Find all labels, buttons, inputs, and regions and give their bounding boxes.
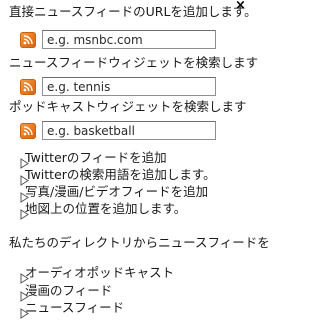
rss-icon — [20, 122, 36, 139]
link-label: 写真/漫画/ビデオフィードを追加 — [25, 184, 209, 199]
news-widget-prompt: ニュースフィードウィジェットを検索します — [9, 55, 259, 70]
link-label: 地図上の位置を追加します。 — [25, 201, 187, 216]
podcast-widget-prompt: ポッドキャストウィジェットを検索します — [9, 99, 247, 114]
rss-icon — [20, 31, 36, 48]
link-label: 漫画のフィード — [25, 283, 113, 298]
add-map-location-link[interactable]: 地図上の位置を追加します。 — [20, 201, 187, 220]
rss-url-input[interactable] — [42, 30, 216, 49]
link-label: Twitterのフィードを追加 — [25, 150, 167, 165]
directory-link-audio-podcasts[interactable]: オーディオポッドキャスト — [20, 265, 175, 284]
directory-link-comic-feeds[interactable]: 漫画のフィード — [20, 283, 113, 302]
directory-link-news-feeds[interactable]: ニュースフィード — [20, 300, 125, 319]
podcast-widget-search-input[interactable] — [42, 121, 216, 140]
rss-icon — [20, 78, 36, 95]
directory-heading: 私たちのディレクトリからニュースフィードを — [9, 235, 270, 250]
link-label: ニュースフィード — [25, 300, 125, 315]
link-label: Twitterの検索用語を追加します。 — [25, 167, 216, 182]
news-widget-row — [20, 77, 216, 96]
add-media-feed-link[interactable]: 写真/漫画/ビデオフィードを追加 — [20, 184, 209, 203]
news-widget-search-input[interactable] — [42, 77, 216, 96]
add-twitter-feed-link[interactable]: Twitterのフィードを追加 — [20, 150, 167, 169]
podcast-widget-row — [20, 121, 216, 140]
add-twitter-search-link[interactable]: Twitterの検索用語を追加します。 — [20, 167, 216, 186]
rss-url-row — [20, 30, 216, 49]
link-label: オーディオポッドキャスト — [25, 265, 175, 280]
rss-url-prompt: 直接ニュースフィードのURLを追加します。 — [9, 4, 257, 19]
